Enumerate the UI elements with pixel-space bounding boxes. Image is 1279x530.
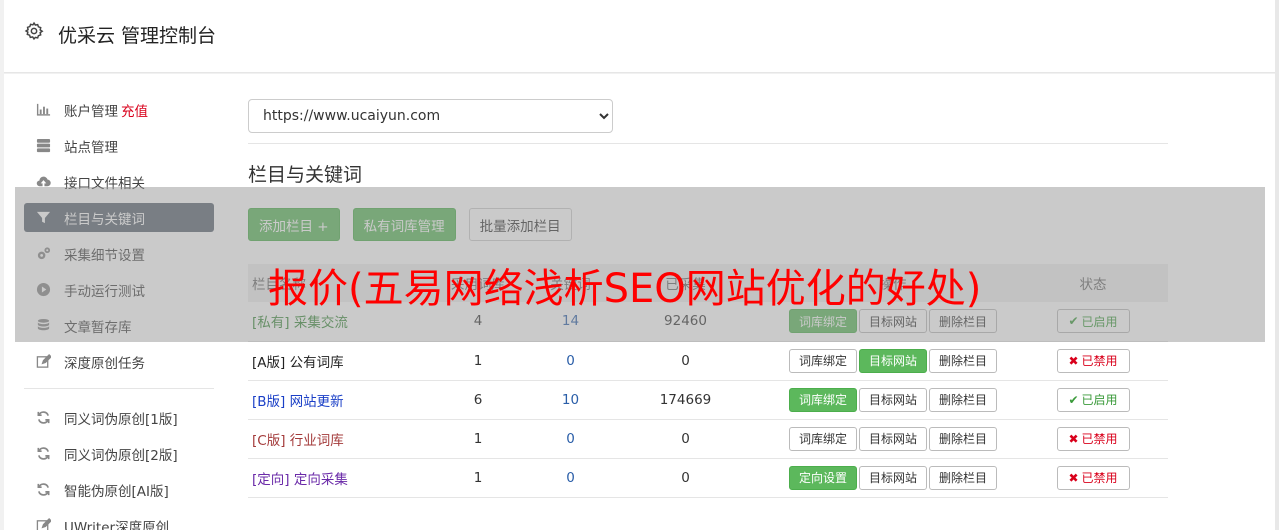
refresh-icon <box>35 482 52 497</box>
table-row: [B版] 网站更新 6 10 174669 词库绑定 目标网站 删除栏目 ✔ 已启用 <box>248 380 1168 420</box>
content-divider <box>248 143 1168 144</box>
delete-column-button[interactable]: 删除栏目 <box>929 465 998 490</box>
keyword-count[interactable]: 10 <box>538 380 603 420</box>
table-row: [定向] 定向采集 1 0 0 定向设置 目标网站 删除栏目 ✖ 已禁用 <box>248 458 1168 498</box>
sidebar-item-label: 同义词伪原创[2版] <box>64 447 178 464</box>
status-label: 已禁用 <box>1081 432 1118 446</box>
site-select[interactable]: https://www.ucaiyun.com <box>248 99 613 133</box>
collected-count: 0 <box>603 341 768 381</box>
column-prefix: [定向] <box>252 471 290 488</box>
collected-count: 0 <box>603 419 768 459</box>
sidebar-item-label: 账户管理 <box>64 103 118 120</box>
sidebar-item-label: 站点管理 <box>64 139 118 156</box>
status-cell: ✔已启用 <box>1018 380 1168 420</box>
sidebar-item-account[interactable]: 账户管理 充值 <box>24 95 214 124</box>
sidebar-item-label: 同义词伪原创[1版] <box>64 411 178 428</box>
server-icon <box>35 138 52 153</box>
column-prefix: [C版] <box>252 432 286 449</box>
lexicon-count: 1 <box>418 458 538 498</box>
cross-icon: ✖ <box>1068 470 1079 485</box>
status-toggle[interactable]: ✖ 已禁用 <box>1056 348 1130 373</box>
sidebar-item-synonym-v2[interactable]: 同义词伪原创[2版] <box>24 439 214 468</box>
refresh-icon <box>35 410 52 425</box>
edit-icon <box>35 518 52 530</box>
lexicon-bind-button[interactable]: 词库绑定 <box>788 348 857 373</box>
sidebar-item-label: 智能伪原创[AI版] <box>64 483 169 500</box>
column-name-cell: [定向] 定向采集 <box>248 458 418 498</box>
console-title: 优采云 管理控制台 <box>58 25 217 47</box>
column-name-cell: [A版] 公有词库 <box>248 341 418 381</box>
column-name-cell: [C版] 行业词库 <box>248 419 418 459</box>
target-site-button[interactable]: 目标网站 <box>858 348 927 373</box>
column-name-link[interactable]: 网站更新 <box>290 394 344 410</box>
target-site-button[interactable]: 目标网站 <box>858 426 927 451</box>
lexicon-count: 6 <box>418 380 538 420</box>
actions-cell: 词库绑定目标网站删除栏目 <box>768 380 1018 420</box>
status-cell: ✖ 已禁用 <box>1018 341 1168 381</box>
status-toggle[interactable]: ✖ 已禁用 <box>1056 426 1130 451</box>
sidebar-divider <box>24 388 214 389</box>
delete-column-button[interactable]: 删除栏目 <box>929 348 998 373</box>
column-prefix: [B版] <box>252 393 286 410</box>
status-cell: ✖ 已禁用 <box>1018 419 1168 459</box>
sidebar-item-deep-original[interactable]: 深度原创任务 <box>24 347 214 376</box>
keyword-count[interactable]: 0 <box>538 458 603 498</box>
cross-icon: ✖ <box>1068 353 1079 368</box>
lexicon-bind-button[interactable]: 定向设置 <box>788 465 857 490</box>
watermark-text: 报价(五易网络浅析SEO网站优化的好处) <box>268 266 982 312</box>
status-toggle[interactable]: ✔已启用 <box>1056 387 1130 412</box>
table-row: [C版] 行业词库 1 0 0 词库绑定 目标网站 删除栏目 ✖ 已禁用 <box>248 419 1168 459</box>
keyword-count[interactable]: 0 <box>538 419 603 459</box>
sidebar-item-sites[interactable]: 站点管理 <box>24 131 214 160</box>
recharge-link[interactable]: 充值 <box>121 100 148 120</box>
target-site-button[interactable]: 目标网站 <box>858 465 927 490</box>
lexicon-bind-button[interactable]: 词库绑定 <box>788 426 857 451</box>
sidebar-item-synonym-v1[interactable]: 同义词伪原创[1版] <box>24 403 214 432</box>
collected-count: 174669 <box>603 380 768 420</box>
status-toggle[interactable]: ✖ 已禁用 <box>1056 465 1130 490</box>
status-label: 已启用 <box>1081 393 1118 407</box>
collected-count: 0 <box>603 458 768 498</box>
refresh-icon <box>35 446 52 461</box>
column-name-link[interactable]: 行业词库 <box>290 433 344 449</box>
content-area: https://www.ucaiyun.com 栏目与关键词 添加栏目 + 私有… <box>248 99 1168 498</box>
actions-cell: 词库绑定目标网站删除栏目 <box>768 341 1018 381</box>
column-name-link[interactable]: 定向采集 <box>294 472 348 488</box>
sidebar-item-uwriter[interactable]: UWriter深度原创 <box>24 511 214 530</box>
column-name-cell: [B版] 网站更新 <box>248 380 418 420</box>
edit-icon <box>35 354 52 369</box>
keyword-count[interactable]: 0 <box>538 341 603 381</box>
status-cell: ✖ 已禁用 <box>1018 458 1168 498</box>
lexicon-bind-button[interactable]: 词库绑定 <box>788 387 857 412</box>
scrollbar[interactable] <box>1275 0 1279 530</box>
target-site-button[interactable]: 目标网站 <box>858 387 927 412</box>
table-row: [A版] 公有词库 1 0 0 词库绑定 目标网站 删除栏目 ✖ 已禁用 <box>248 341 1168 381</box>
bar-chart-icon <box>35 102 52 117</box>
sidebar-item-label: 深度原创任务 <box>64 355 145 372</box>
check-icon: ✔ <box>1068 392 1079 407</box>
delete-column-button[interactable]: 删除栏目 <box>929 426 998 451</box>
column-prefix: [A版] <box>252 354 286 371</box>
sidebar-item-label: UWriter深度原创 <box>64 519 170 530</box>
gear-icon <box>24 21 44 41</box>
actions-cell: 词库绑定目标网站删除栏目 <box>768 419 1018 459</box>
cross-icon: ✖ <box>1068 431 1079 446</box>
lexicon-count: 1 <box>418 419 538 459</box>
column-name-link[interactable]: 公有词库 <box>290 355 344 371</box>
page-title: 栏目与关键词 <box>248 164 363 186</box>
lexicon-count: 1 <box>418 341 538 381</box>
sidebar-item-ai-original[interactable]: 智能伪原创[AI版] <box>24 475 214 504</box>
delete-column-button[interactable]: 删除栏目 <box>929 387 998 412</box>
status-label: 已禁用 <box>1081 354 1118 368</box>
top-header: 优采云 管理控制台 <box>4 0 1275 73</box>
status-label: 已禁用 <box>1081 471 1118 485</box>
actions-cell: 定向设置 目标网站 删除栏目 <box>768 458 1018 498</box>
